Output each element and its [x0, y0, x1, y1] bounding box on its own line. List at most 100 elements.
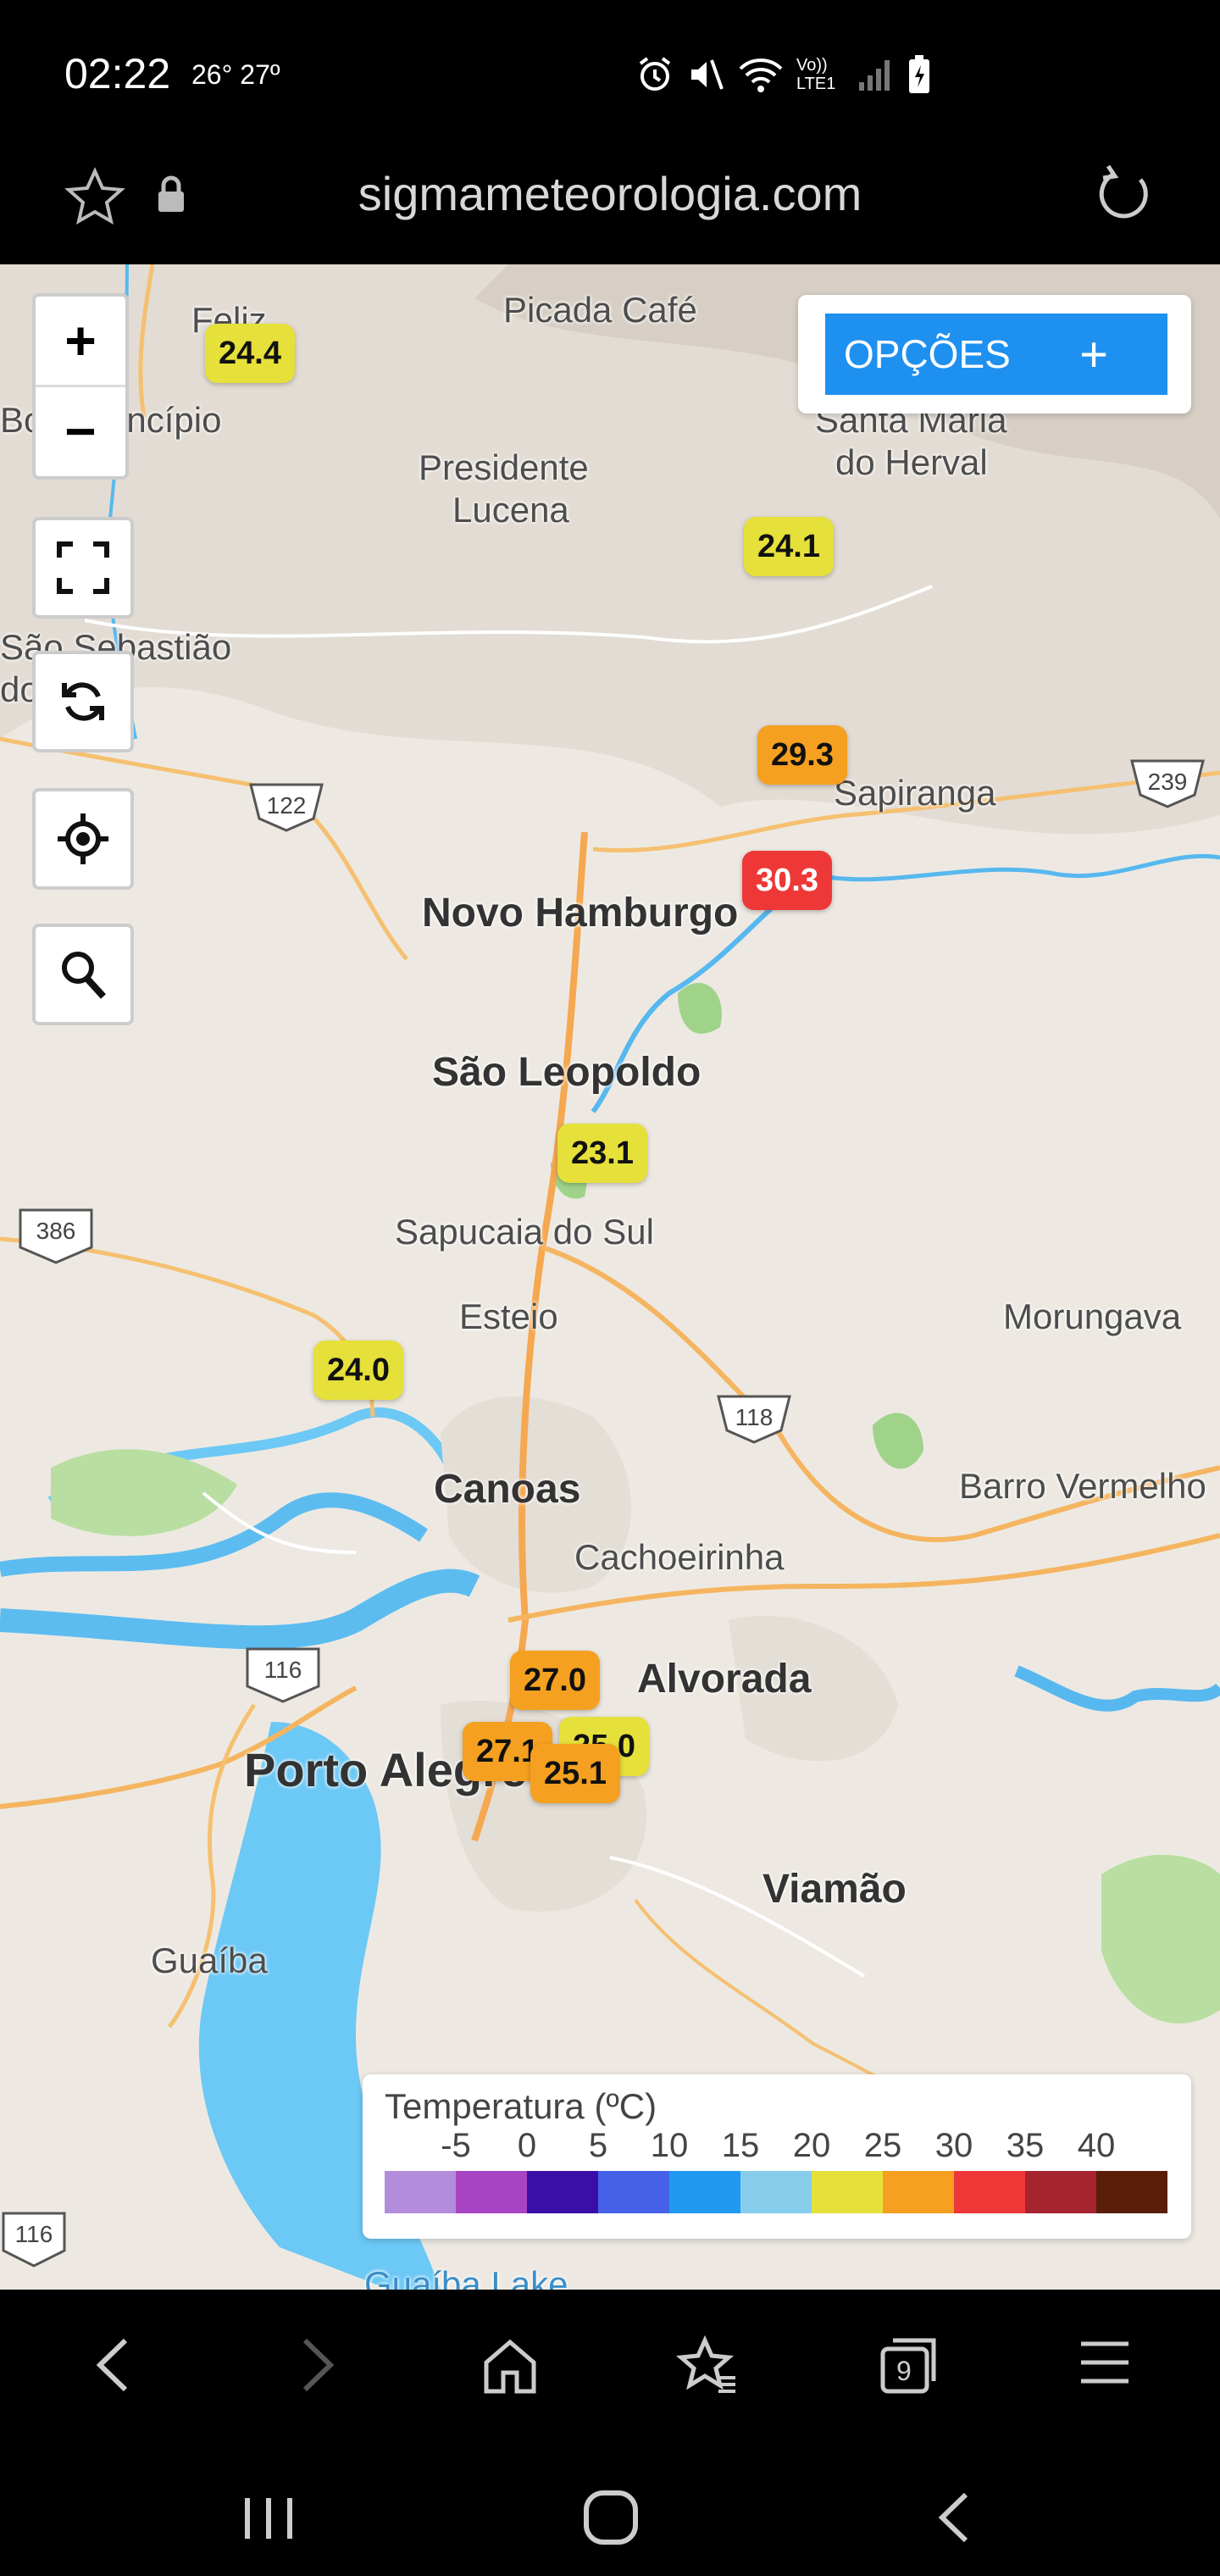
place-label-alvorada: Alvorada: [637, 1657, 812, 1702]
highway-shield: 116: [2, 2212, 66, 2268]
reload-icon[interactable]: [1095, 163, 1156, 224]
legend-swatch: [527, 2171, 598, 2213]
temperature-marker[interactable]: 24.1: [744, 517, 834, 576]
legend-tick: 25: [863, 2127, 902, 2164]
legend-tick: 10: [650, 2127, 689, 2164]
highway-386-label: 386: [36, 1218, 76, 1244]
options-label: OPÇÕES: [844, 332, 1011, 376]
temperature-marker[interactable]: 30.3: [742, 851, 832, 910]
highway-116b-label: 116: [15, 2221, 53, 2247]
place-label: Esteio: [459, 1296, 558, 1336]
place-label: Lucena: [452, 490, 569, 530]
status-time: 02:22: [64, 50, 171, 97]
weather-map[interactable]: 122 239 386 118 116 116 Feliz Bom Princí…: [0, 264, 1220, 2290]
temperature-marker[interactable]: 27.0: [510, 1651, 600, 1710]
temperature-legend: Temperatura (ºC) -5 0 5 10 15 20 25 30 3…: [363, 2074, 1191, 2239]
status-bar: 02:22 26° 27º Vo)) LTE1: [0, 0, 1220, 144]
temperature-marker[interactable]: 29.3: [757, 725, 847, 785]
legend-tick: 30: [934, 2127, 973, 2164]
fullscreen-button[interactable]: [32, 517, 134, 619]
status-temps: 26° 27º: [191, 59, 280, 90]
locate-icon: [58, 813, 108, 864]
search-button[interactable]: [32, 924, 134, 1025]
temperature-marker[interactable]: 24.0: [313, 1341, 403, 1400]
map-base: [0, 264, 1220, 2290]
mute-icon: [691, 59, 724, 90]
place-label: Picada Café: [503, 290, 697, 330]
highway-shield: 118: [717, 1395, 791, 1444]
legend-swatch: [740, 2171, 812, 2213]
legend-swatch: [1096, 2171, 1167, 2213]
legend-tick: 5: [588, 2127, 608, 2164]
legend-tick: 40: [1077, 2127, 1116, 2164]
highway-shield: 122: [249, 783, 324, 832]
temperature-marker[interactable]: 24.4: [205, 324, 295, 383]
place-label: Morungava: [1003, 1296, 1182, 1336]
home-icon[interactable]: [480, 2335, 541, 2396]
place-label-viamao: Viamão: [762, 1867, 907, 1912]
temperature-marker[interactable]: 23.1: [557, 1124, 647, 1183]
system-back-icon[interactable]: [929, 2490, 979, 2545]
tabs-button[interactable]: 9: [878, 2335, 939, 2396]
zoom-out-button[interactable]: −: [36, 385, 125, 475]
zoom-in-button[interactable]: +: [36, 297, 125, 385]
back-icon[interactable]: [88, 2335, 142, 2395]
volte-icon: Vo)) LTE1: [796, 56, 836, 93]
place-label-canoas: Canoas: [434, 1467, 581, 1512]
browser-nav-bar: 9: [0, 2290, 1220, 2576]
highway-shield: 386: [19, 1208, 93, 1264]
temperature-marker[interactable]: 25.1: [530, 1744, 620, 1803]
legend-tick: 35: [1006, 2127, 1045, 2164]
refresh-icon: [62, 682, 104, 721]
legend-swatch: [954, 2171, 1025, 2213]
highway-122-label: 122: [267, 792, 307, 819]
place-label: Presidente: [419, 447, 589, 487]
options-plus-icon: +: [1079, 326, 1108, 382]
legend-swatch: [1025, 2171, 1096, 2213]
forward-icon[interactable]: [288, 2335, 342, 2395]
place-label: do Herval: [835, 442, 988, 482]
url-text[interactable]: sigmameteorologia.com: [0, 166, 1220, 221]
tab-count: 9: [896, 2356, 912, 2386]
legend-tick: -5: [441, 2127, 471, 2164]
place-label: Sapucaia do Sul: [395, 1212, 654, 1252]
legend-title: Temperatura (ºC): [385, 2086, 657, 2126]
battery-icon: [909, 55, 929, 93]
legend-tick: 20: [792, 2127, 831, 2164]
system-nav-bar: [0, 2459, 1220, 2576]
place-label-sao-leopoldo: São Leopoldo: [432, 1050, 702, 1095]
legend-color-bar: [385, 2171, 1167, 2213]
refresh-button[interactable]: [32, 651, 134, 752]
recents-icon[interactable]: [239, 2493, 298, 2544]
status-icons: Vo)) LTE1: [635, 53, 932, 97]
place-label: Barro Vermelho: [959, 1466, 1206, 1506]
zoom-control: + −: [32, 293, 129, 480]
place-label: Guaíba: [151, 1940, 268, 1980]
bookmarks-icon[interactable]: [676, 2335, 740, 2396]
legend-tick: 0: [517, 2127, 537, 2164]
highway-116-label: 116: [264, 1657, 302, 1683]
menu-icon[interactable]: [1078, 2335, 1132, 2390]
legend-tick: 15: [721, 2127, 760, 2164]
legend-swatch: [883, 2171, 954, 2213]
legend-swatch: [456, 2171, 527, 2213]
system-home-icon[interactable]: [581, 2488, 640, 2547]
wifi-icon: [739, 58, 783, 92]
place-label-novo-hamburgo: Novo Hamburgo: [422, 891, 739, 935]
locate-button[interactable]: [32, 788, 134, 890]
search-icon: [62, 952, 106, 999]
place-label: Guaíba Lake: [364, 2264, 568, 2290]
alarm-icon: [639, 57, 671, 91]
legend-swatch: [598, 2171, 669, 2213]
highway-118-label: 118: [735, 1404, 774, 1430]
legend-ticks: -5 0 5 10 15 20 25 30 35 40: [385, 2127, 1167, 2164]
fullscreen-icon: [57, 541, 109, 594]
options-button[interactable]: OPÇÕES +: [825, 314, 1167, 395]
highway-shield: 239: [1130, 759, 1205, 808]
place-label: Cachoeirinha: [574, 1537, 785, 1577]
highway-239-label: 239: [1148, 769, 1188, 795]
signal-icon: [859, 60, 890, 91]
place-label: Sapiranga: [834, 773, 996, 813]
legend-swatch: [812, 2171, 883, 2213]
options-panel: OPÇÕES +: [798, 295, 1191, 414]
